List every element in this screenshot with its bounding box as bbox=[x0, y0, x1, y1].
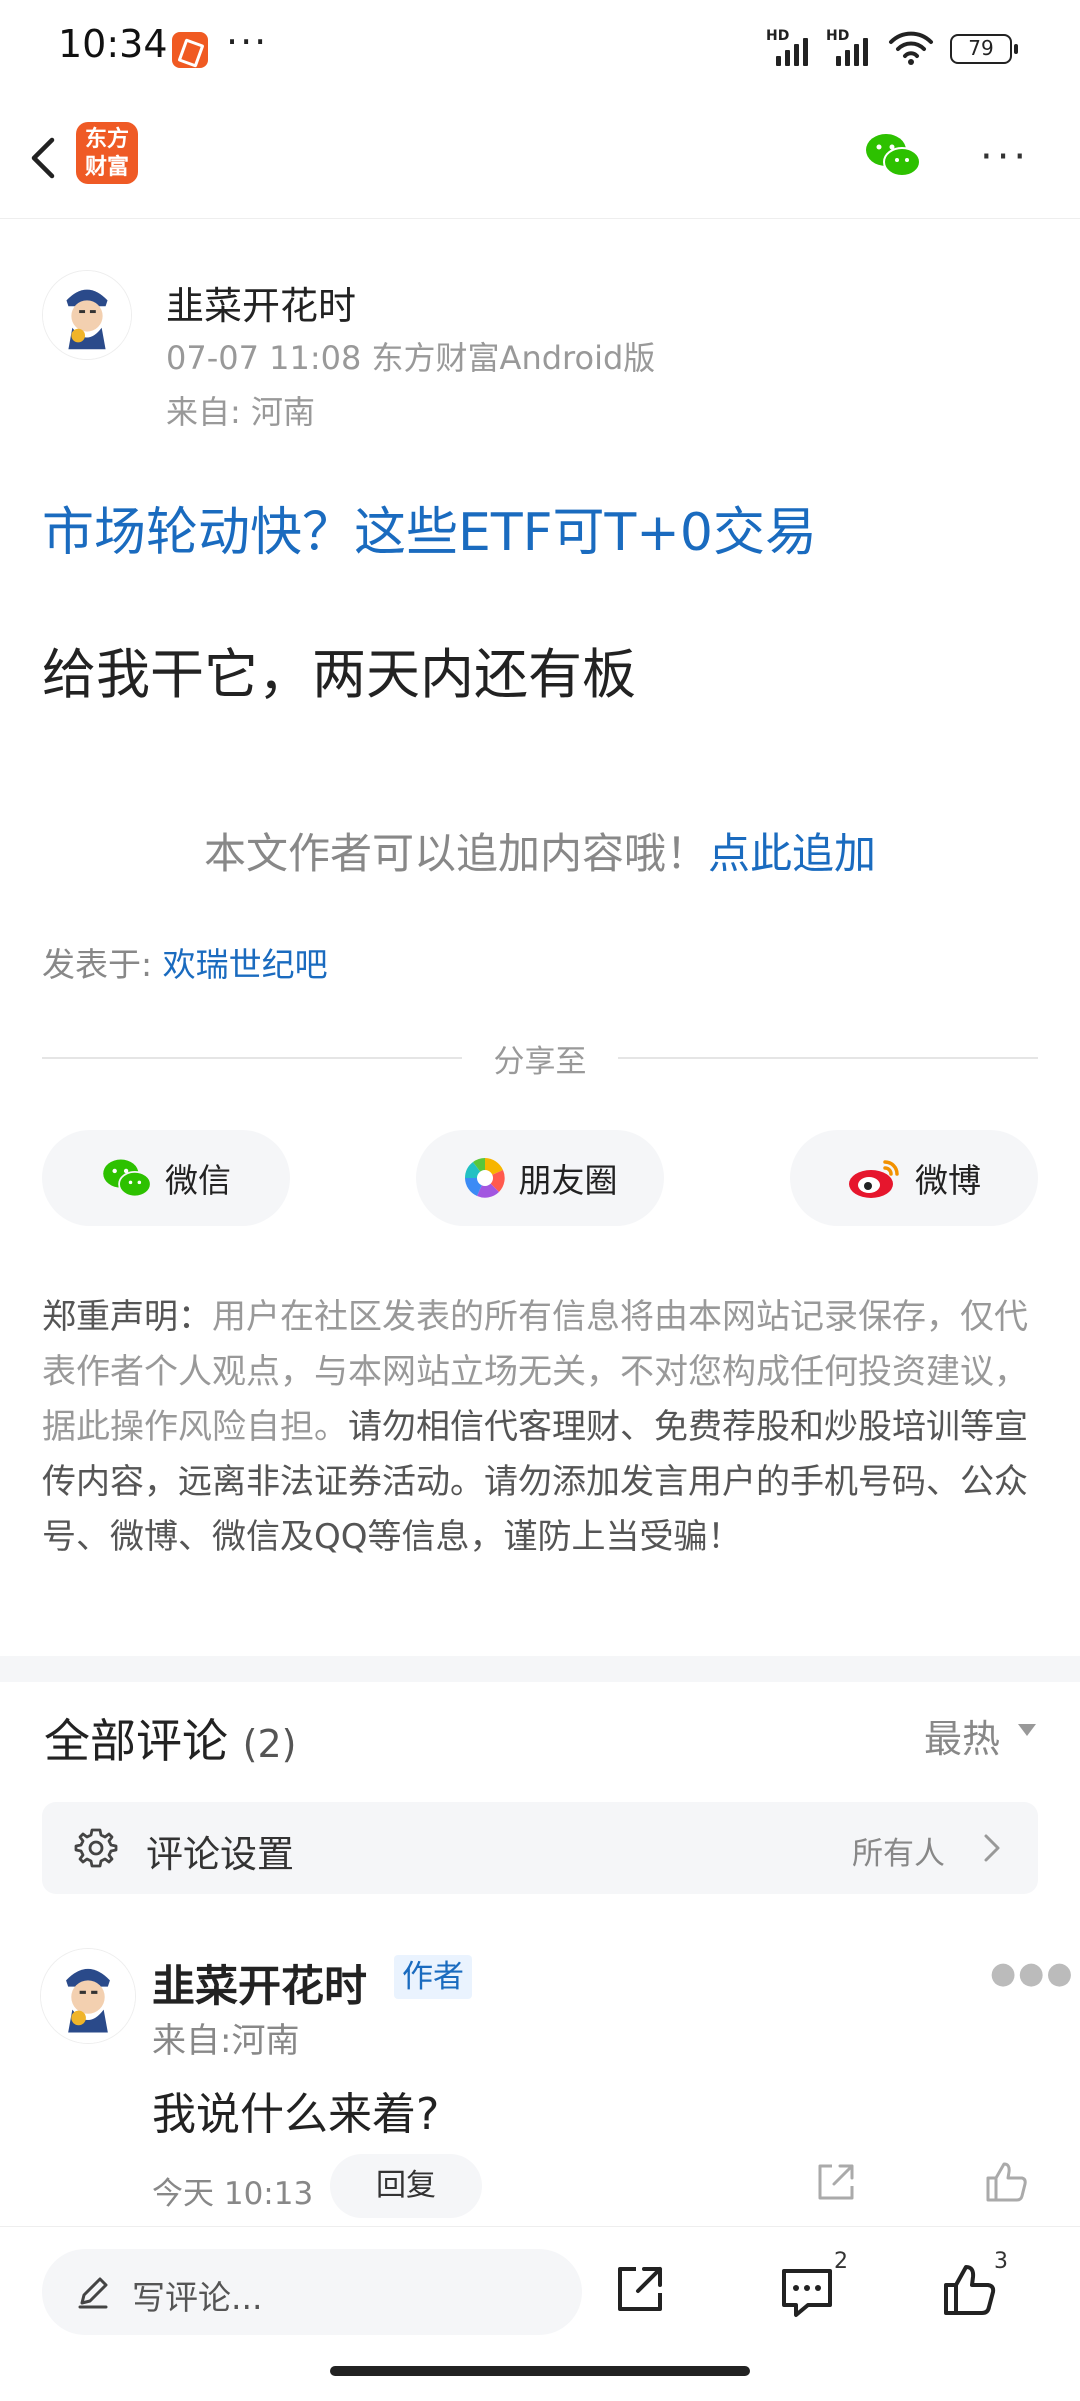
caret-down-icon[interactable] bbox=[1018, 1724, 1036, 1736]
wechat-icon bbox=[103, 1159, 152, 1198]
signal-icon: HD bbox=[766, 28, 816, 66]
author-avatar[interactable] bbox=[42, 270, 132, 360]
comment-time: 今天 10:13 bbox=[152, 2176, 314, 2212]
comments-count: (2) bbox=[242, 1722, 297, 1766]
comments-title: 全部评论 (2) bbox=[44, 1714, 297, 1768]
append-link[interactable]: 点此追加 bbox=[708, 829, 876, 878]
comment-text: 我说什么来着? bbox=[152, 2089, 440, 2140]
share-icon[interactable] bbox=[612, 2261, 668, 2317]
app-logo[interactable]: 东方 财富 bbox=[76, 122, 138, 184]
pencil-icon bbox=[78, 2277, 108, 2309]
comment-avatar[interactable] bbox=[40, 1948, 136, 2044]
sort-dropdown[interactable]: 最热 bbox=[924, 1708, 1000, 1763]
more-options-icon[interactable]: ··· bbox=[980, 134, 1030, 180]
battery-indicator: 79 bbox=[950, 34, 1018, 64]
write-comment-placeholder: 写评论... bbox=[132, 2278, 263, 2317]
signal-icon-2: HD bbox=[826, 28, 876, 66]
comment-count-badge: 2 bbox=[834, 2249, 848, 2274]
disclaimer-lead: 郑重声明： bbox=[42, 1297, 212, 1337]
status-more-icon: ··· bbox=[226, 20, 269, 64]
author-badge: 作者 bbox=[394, 1955, 472, 1999]
thumbs-up-icon[interactable] bbox=[982, 2158, 1030, 2206]
post-content: 给我干它，两天内还有板 bbox=[42, 643, 636, 706]
share-weibo-button[interactable]: 微博 bbox=[790, 1130, 1038, 1226]
share-moments-label: 朋友圈 bbox=[518, 1161, 618, 1200]
top-nav: 东方 财富 ··· bbox=[0, 100, 1080, 219]
wechat-share-icon[interactable] bbox=[864, 130, 922, 180]
comment-settings-label: 评论设置 bbox=[146, 1833, 294, 1876]
back-icon[interactable] bbox=[18, 128, 78, 188]
post-meta: 07-07 11:08 东方财富Android版 bbox=[166, 339, 656, 377]
share-weibo-label: 微博 bbox=[915, 1161, 981, 1200]
disclaimer: 郑重声明：用户在社区发表的所有信息将由本网站记录保存，仅代表作者个人观点，与本网… bbox=[42, 1290, 1038, 1565]
posted-label: 发表于: bbox=[42, 945, 163, 984]
post-location: 来自: 河南 bbox=[166, 393, 315, 431]
app-notification-icon bbox=[172, 32, 208, 68]
share-title: 分享至 bbox=[493, 1044, 587, 1080]
chevron-right-icon bbox=[984, 1834, 1000, 1862]
comment-settings-row[interactable]: 评论设置 所有人 bbox=[42, 1802, 1038, 1894]
comment-more-icon[interactable]: ●●● bbox=[990, 1956, 1075, 1991]
status-bar: 10:34 ··· HD HD 79 bbox=[0, 0, 1080, 100]
comment-icon[interactable] bbox=[778, 2265, 836, 2319]
moments-icon bbox=[464, 1158, 505, 1198]
home-indicator[interactable] bbox=[330, 2366, 750, 2376]
append-text: 本文作者可以追加内容哦！ bbox=[203, 829, 708, 878]
weibo-icon bbox=[849, 1160, 899, 1198]
like-count-badge: 3 bbox=[994, 2249, 1008, 2274]
comment-location: 来自:河南 bbox=[152, 2021, 300, 2061]
post-topic-link[interactable]: 市场轮动快？这些ETF可T+0交易 bbox=[42, 490, 817, 565]
share-moments-button[interactable]: 朋友圈 bbox=[416, 1130, 664, 1226]
section-divider bbox=[0, 1656, 1080, 1682]
reply-button[interactable]: 回复 bbox=[330, 2154, 482, 2218]
share-wechat-label: 微信 bbox=[165, 1161, 231, 1200]
gear-icon bbox=[74, 1828, 118, 1868]
write-comment-input[interactable]: 写评论... bbox=[42, 2249, 582, 2335]
like-icon[interactable] bbox=[940, 2261, 998, 2319]
posted-bar-link[interactable]: 欢瑞世纪吧 bbox=[163, 945, 328, 984]
comment-share-icon[interactable] bbox=[812, 2158, 860, 2206]
post-author-name[interactable]: 韭菜开花时 bbox=[166, 275, 356, 330]
comment-settings-value: 所有人 bbox=[852, 1836, 945, 1872]
comment-author[interactable]: 韭菜开花时 bbox=[152, 1952, 367, 2014]
status-time: 10:34 bbox=[58, 22, 168, 66]
posted-in: 发表于: 欢瑞世纪吧 bbox=[42, 938, 328, 986]
wifi-icon bbox=[889, 31, 933, 65]
share-wechat-button[interactable]: 微信 bbox=[42, 1130, 290, 1226]
append-content-prompt: 本文作者可以追加内容哦！点此追加 bbox=[0, 820, 1080, 881]
